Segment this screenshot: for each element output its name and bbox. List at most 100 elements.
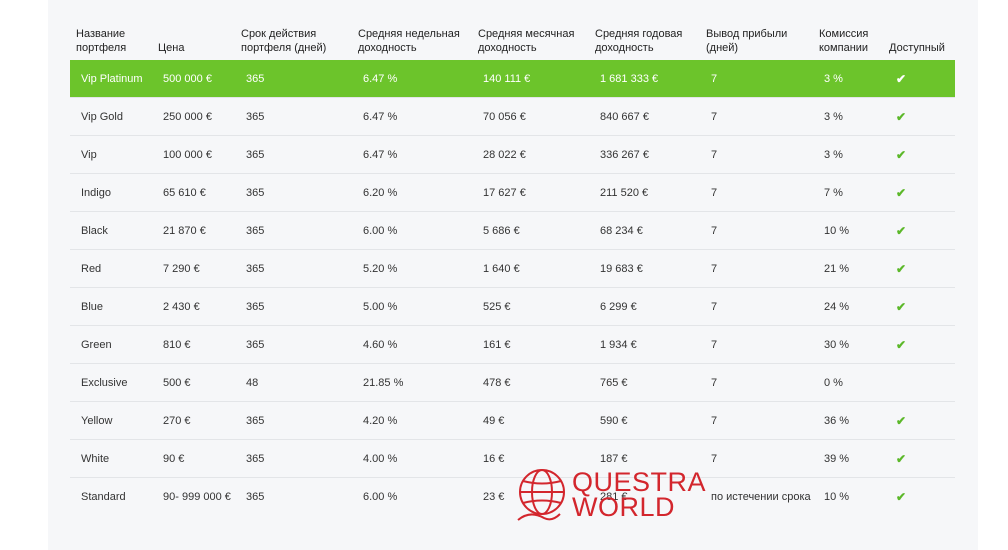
cell-yearly: 211 520 € xyxy=(589,173,700,212)
cell-name: Indigo xyxy=(70,173,152,212)
cell-name: Vip Gold xyxy=(70,97,152,136)
cell-yearly: 765 € xyxy=(589,363,700,402)
checkmark-icon: ✔ xyxy=(895,337,907,352)
cell-name: Vip Platinum xyxy=(70,60,152,98)
cell-available: ✔ xyxy=(883,211,955,250)
cell-weekly: 5.20 % xyxy=(352,249,472,288)
cell-name: Black xyxy=(70,211,152,250)
cell-name: Standard xyxy=(70,477,152,515)
cell-weekly: 5.00 % xyxy=(352,287,472,326)
cell-commission: 7 % xyxy=(813,173,883,212)
cell-commission: 0 % xyxy=(813,363,883,402)
watermark-text: QUESTRA WORLD xyxy=(572,469,706,522)
table-row[interactable]: Vip 100 000 €365 6.47 % 28 022 €336 267 €7 3… xyxy=(70,135,955,174)
table-row[interactable]: Blue 2 430 €365 5.00 % 525 €6 299 €7 24 % ✔ xyxy=(70,287,955,326)
cell-yearly: 1 681 333 € xyxy=(589,60,700,98)
cell-yearly: 840 667 € xyxy=(589,97,700,136)
checkmark-icon: ✔ xyxy=(895,71,907,86)
checkmark-icon: ✔ xyxy=(895,413,907,428)
cell-price: 270 € xyxy=(152,401,235,440)
cell-price: 90 € xyxy=(152,439,235,478)
cell-name: Red xyxy=(70,249,152,288)
cell-monthly: 140 111 € xyxy=(472,60,589,98)
cell-commission: 3 % xyxy=(813,60,883,98)
table-row[interactable]: Yellow 270 €365 4.20 % 49 €590 €7 36 % ✔ xyxy=(70,401,955,440)
cell-weekly: 4.20 % xyxy=(352,401,472,440)
cell-name: Green xyxy=(70,325,152,364)
cell-yearly: 1 934 € xyxy=(589,325,700,364)
cell-available xyxy=(883,363,955,402)
cell-name: White xyxy=(70,439,152,478)
cell-weekly: 6.00 % xyxy=(352,477,472,515)
cell-commission: 24 % xyxy=(813,287,883,326)
table-row[interactable]: Vip Gold 250 000 €365 6.47 % 70 056 €840 66… xyxy=(70,97,955,136)
cell-price: 500 000 € xyxy=(152,60,235,98)
header-monthly-yield: Средняя месячная доходность xyxy=(478,28,575,54)
cell-term: 365 xyxy=(235,249,352,288)
cell-commission: 36 % xyxy=(813,401,883,440)
header-portfolio-name: Название портфеля xyxy=(76,28,127,54)
cell-price: 7 290 € xyxy=(152,249,235,288)
cell-withdraw: 7 xyxy=(700,363,813,402)
table-row[interactable]: Standard 90- 999 000 €365 6.00 % 23 €281 € п… xyxy=(70,477,955,515)
checkmark-icon: ✔ xyxy=(895,299,907,314)
cell-monthly: 28 022 € xyxy=(472,135,589,174)
portfolio-table: Название портфеля Цена Срок действия пор… xyxy=(70,26,955,515)
questra-world-watermark: QUESTRA WORLD xyxy=(514,466,724,530)
header-term: Срок действия портфеля (дней) xyxy=(241,28,327,54)
cell-price: 100 000 € xyxy=(152,135,235,174)
cell-commission: 21 % xyxy=(813,249,883,288)
watermark-line2: WORLD xyxy=(572,492,675,522)
cell-term: 365 xyxy=(235,287,352,326)
cell-name: Yellow xyxy=(70,401,152,440)
cell-available: ✔ xyxy=(883,477,955,515)
cell-commission: 30 % xyxy=(813,325,883,364)
table-header-row: Название портфеля Цена Срок действия пор… xyxy=(70,26,955,60)
cell-withdraw: 7 xyxy=(700,135,813,174)
cell-price: 2 430 € xyxy=(152,287,235,326)
cell-monthly: 478 € xyxy=(472,363,589,402)
cell-term: 48 xyxy=(235,363,352,402)
cell-price: 500 € xyxy=(152,363,235,402)
cell-commission: 3 % xyxy=(813,97,883,136)
table-row[interactable]: Black 21 870 €365 6.00 % 5 686 €68 234 €7 10… xyxy=(70,211,955,250)
cell-yearly: 68 234 € xyxy=(589,211,700,250)
header-available: Доступный xyxy=(889,42,945,54)
checkmark-icon: ✔ xyxy=(895,451,907,466)
cell-term: 365 xyxy=(235,60,352,98)
cell-term: 365 xyxy=(235,211,352,250)
cell-available: ✔ xyxy=(883,249,955,288)
table-row[interactable]: Vip Platinum 500 000 €365 6.47 % 140 111 €1… xyxy=(70,60,955,98)
cell-monthly: 525 € xyxy=(472,287,589,326)
cell-weekly: 4.00 % xyxy=(352,439,472,478)
cell-withdraw: 7 xyxy=(700,60,813,98)
cell-weekly: 4.60 % xyxy=(352,325,472,364)
checkmark-icon: ✔ xyxy=(895,223,907,238)
cell-term: 365 xyxy=(235,173,352,212)
cell-withdraw: 7 xyxy=(700,211,813,250)
cell-weekly: 21.85 % xyxy=(352,363,472,402)
cell-price: 65 610 € xyxy=(152,173,235,212)
cell-yearly: 6 299 € xyxy=(589,287,700,326)
cell-price: 21 870 € xyxy=(152,211,235,250)
cell-available: ✔ xyxy=(883,60,955,98)
cell-term: 365 xyxy=(235,401,352,440)
cell-name: Vip xyxy=(70,135,152,174)
table-row[interactable]: Green 810 €365 4.60 % 161 €1 934 €7 30 % ✔ xyxy=(70,325,955,364)
checkmark-icon: ✔ xyxy=(895,261,907,276)
cell-available: ✔ xyxy=(883,97,955,136)
cell-available: ✔ xyxy=(883,439,955,478)
table-row[interactable]: Exclusive 500 €48 21.85 % 478 €765 €7 0 % xyxy=(70,363,955,402)
cell-yearly: 590 € xyxy=(589,401,700,440)
cell-withdraw: 7 xyxy=(700,401,813,440)
cell-withdraw: 7 xyxy=(700,249,813,288)
header-weekly-yield: Средняя недельная доходность xyxy=(358,28,460,54)
table-row[interactable]: Indigo 65 610 €365 6.20 % 17 627 €211 520 €… xyxy=(70,173,955,212)
table-row[interactable]: White 90 €365 4.00 % 16 €187 €7 39 % ✔ xyxy=(70,439,955,478)
table-row[interactable]: Red 7 290 €365 5.20 % 1 640 €19 683 €7 21 % ✔ xyxy=(70,249,955,288)
cell-monthly: 49 € xyxy=(472,401,589,440)
cell-term: 365 xyxy=(235,135,352,174)
cell-available: ✔ xyxy=(883,135,955,174)
cell-weekly: 6.20 % xyxy=(352,173,472,212)
portfolio-panel: Название портфеля Цена Срок действия пор… xyxy=(48,0,978,550)
